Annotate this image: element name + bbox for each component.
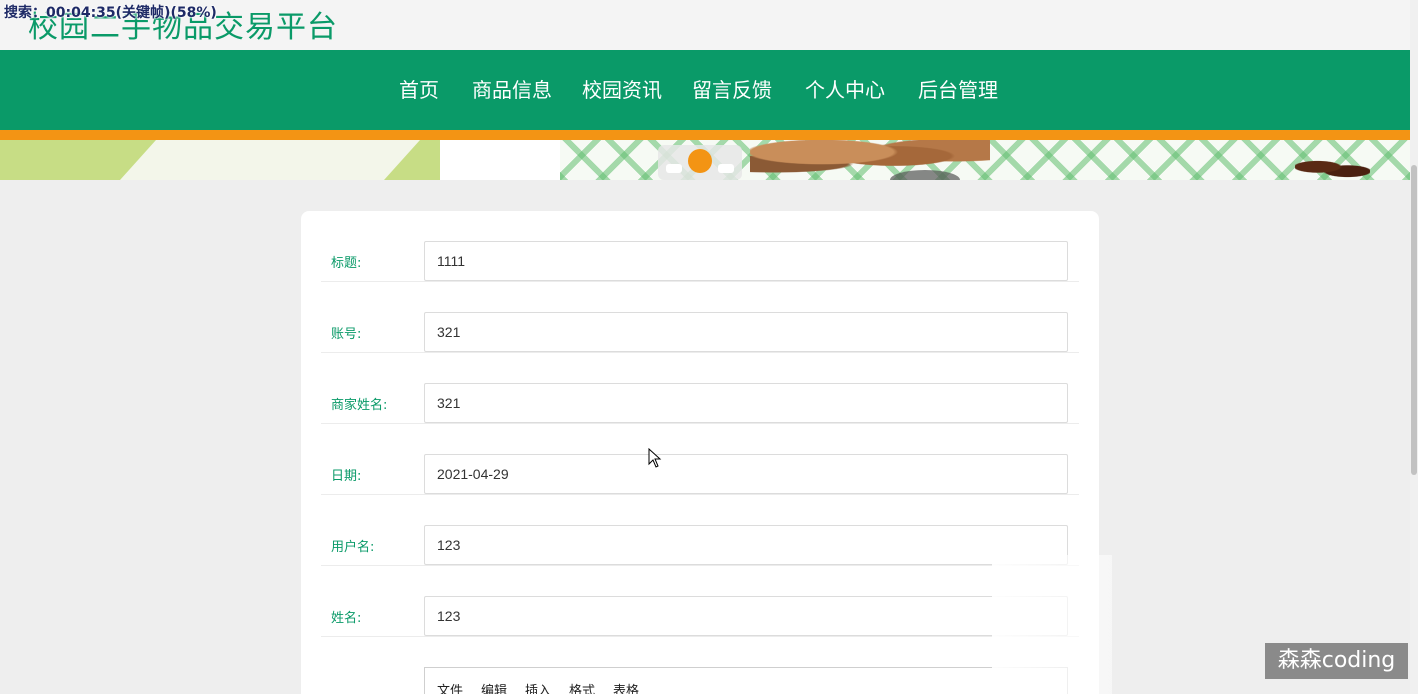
username-field[interactable] [424, 525, 1068, 565]
editor-menu-file[interactable]: 文件 [437, 680, 463, 694]
nav-item-campus-news[interactable]: 校园资讯 [582, 74, 662, 103]
field-label-merchant-name: 商家姓名: [331, 398, 388, 413]
overlay-fade [992, 555, 1112, 694]
editor-menu-table[interactable]: 表格 [613, 680, 639, 694]
form-row-name: 姓名: [321, 566, 1079, 637]
carousel-dot-1[interactable] [666, 164, 682, 173]
field-label-username: 用户名: [331, 540, 375, 555]
search-progress-overlay: 搜索：00:04:35(关键帧)(58%) [4, 5, 217, 21]
field-label-date: 日期: [331, 469, 362, 484]
nav-item-products[interactable]: 商品信息 [472, 74, 552, 103]
field-label-title: 标题: [331, 256, 362, 271]
rich-text-editor[interactable]: 文件 编辑 插入 格式 表格 [424, 667, 1068, 694]
mouse-cursor-icon [648, 448, 662, 468]
form-row-username: 用户名: [321, 495, 1079, 566]
carousel-dot-2-active[interactable] [688, 149, 712, 173]
account-field[interactable] [424, 312, 1068, 352]
page-scrollbar[interactable] [1410, 0, 1418, 694]
banner-coffee-beans-image [1295, 158, 1370, 180]
merchant-name-field[interactable] [424, 383, 1068, 423]
accent-strip [0, 130, 1410, 140]
watermark: 森森coding [1265, 643, 1408, 679]
name-field[interactable] [424, 596, 1068, 636]
form-row-title: 标题: [321, 211, 1079, 282]
carousel-indicators [658, 145, 742, 180]
banner-carousel [0, 140, 1410, 180]
main-navbar: 首页 商品信息 校园资讯 留言反馈 个人中心 后台管理 [0, 50, 1410, 130]
form-row-merchant-name: 商家姓名: [321, 353, 1079, 424]
nav-item-personal-center[interactable]: 个人中心 [805, 74, 885, 103]
date-field[interactable] [424, 454, 1068, 494]
editor-menu-format[interactable]: 格式 [569, 680, 595, 694]
form-row-date: 日期: [321, 424, 1079, 495]
nav-item-home[interactable]: 首页 [399, 74, 439, 103]
editor-menu-insert[interactable]: 插入 [525, 680, 551, 694]
nav-item-feedback[interactable]: 留言反馈 [692, 74, 772, 103]
scrollbar-thumb[interactable] [1411, 165, 1417, 475]
field-label-name: 姓名: [331, 611, 362, 626]
title-field[interactable] [424, 241, 1068, 281]
form-row-account: 账号: [321, 282, 1079, 353]
carousel-dot-3[interactable] [718, 164, 734, 173]
top-header: 校园二手物品交易平台 搜索：00:04:35(关键帧)(58%) [0, 0, 1410, 50]
nav-item-admin[interactable]: 后台管理 [918, 74, 998, 103]
editor-menu-edit[interactable]: 编辑 [481, 680, 507, 694]
field-label-account: 账号: [331, 327, 362, 342]
detail-form-card: 标题: 账号: 商家姓名: 日期: 用户名: 姓名: 文件 编辑 插入 格式 表… [301, 211, 1099, 694]
